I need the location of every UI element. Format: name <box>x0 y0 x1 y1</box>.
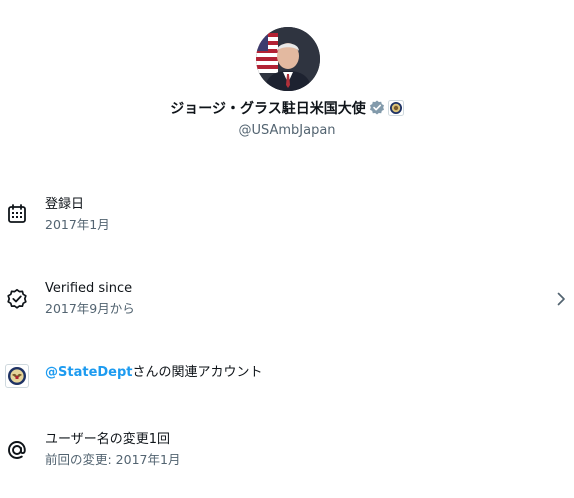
username-changes-text: ユーザー名の変更1回 前回の変更: 2017年1月 <box>45 431 180 469</box>
display-name-row: ジョージ・グラス駐日米国大使 <box>0 99 574 122</box>
username-changes-row: ユーザー名の変更1回 前回の変更: 2017年1月 <box>0 431 574 471</box>
verified-since-row[interactable]: Verified since 2017年9月から <box>0 280 574 320</box>
affiliation-row: @StateDeptさんの関連アカウント <box>0 364 574 404</box>
username-changes-value: 前回の変更: 2017年1月 <box>45 452 181 467</box>
display-name: ジョージ・グラス駐日米国大使 <box>170 101 366 117</box>
username-changes-label: ユーザー名の変更1回 <box>45 432 171 447</box>
state-dept-seal-icon <box>5 364 29 388</box>
avatar[interactable] <box>256 27 320 91</box>
verified-since-text: Verified since 2017年9月から <box>45 280 135 318</box>
joined-value: 2017年1月 <box>45 217 110 232</box>
calendar-icon <box>6 203 28 225</box>
affiliation-text: @StateDeptさんの関連アカウント <box>45 364 263 382</box>
state-dept-mention-link[interactable]: @StateDept <box>45 365 133 380</box>
joined-date-row: 登録日 2017年1月 <box>0 196 574 236</box>
joined-date-text: 登録日 2017年1月 <box>45 196 110 234</box>
verified-value: 2017年9月から <box>45 301 135 316</box>
state-dept-seal-icon[interactable] <box>387 100 404 122</box>
profile-handle: @USAmbJapan <box>238 123 336 138</box>
verified-badge-icon[interactable] <box>369 100 385 122</box>
verified-check-icon <box>6 288 28 310</box>
chevron-right-icon[interactable] <box>554 291 568 306</box>
verified-label: Verified since <box>45 281 133 296</box>
affiliation-suffix: さんの関連アカウント <box>132 365 263 380</box>
joined-label: 登録日 <box>45 197 85 212</box>
at-sign-icon <box>6 439 28 461</box>
